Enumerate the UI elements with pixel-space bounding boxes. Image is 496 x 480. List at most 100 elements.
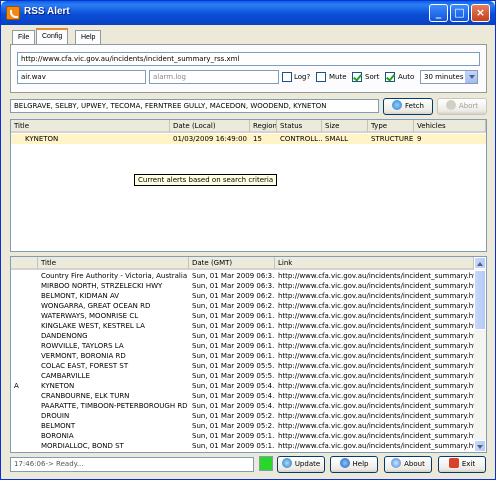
help-label: Help — [352, 460, 369, 468]
column-header[interactable]: Size — [322, 120, 368, 132]
column-header[interactable]: Vehicles — [414, 120, 486, 132]
feed-row[interactable]: BELMONT, KIDMAN AV Sun, 01 Mar 2009 06:2.… — [11, 291, 474, 301]
sort-checkbox[interactable] — [352, 72, 362, 82]
window-title: RSS Alert — [24, 6, 70, 17]
alert-row[interactable]: KYNETON 01/03/2009 16:49:00 15 CONTROLL... S… — [11, 134, 486, 144]
column-header[interactable]: Region — [250, 120, 277, 132]
update-button[interactable]: Update — [277, 456, 325, 473]
feed-row[interactable]: BORONIA Sun, 01 Mar 2009 05:1... http://ww… — [11, 431, 474, 441]
table-cell: http://www.cfa.vic.gov.au/incidents/inci… — [278, 422, 474, 430]
table-cell: VERMONT, BORONIA RD — [41, 352, 126, 360]
table-cell: http://www.cfa.vic.gov.au/incidents/inci… — [278, 382, 474, 390]
update-label: Update — [294, 460, 321, 468]
table-cell: KYNETON — [41, 382, 75, 390]
feed-row[interactable]: DROUIN Sun, 01 Mar 2009 05:2... http://www… — [11, 411, 474, 421]
tab-config[interactable]: Config — [36, 28, 69, 45]
table-cell: 9 — [417, 135, 422, 143]
abort-button[interactable]: Abort — [437, 98, 487, 115]
column-header[interactable]: Title — [38, 257, 189, 269]
table-cell: BORONIA — [41, 432, 74, 440]
feed-row[interactable]: MIRBOO NORTH, STRZELECKI HWY Sun, 01 Mar … — [11, 281, 474, 291]
abort-icon — [445, 100, 456, 110]
maximize-button[interactable]: □ — [450, 4, 469, 22]
exit-button[interactable]: Exit — [438, 456, 486, 473]
table-cell: Country Fire Authority - Victoria, Austr… — [41, 272, 189, 280]
feed-row[interactable]: VERMONT, BORONIA RD Sun, 01 Mar 2009 06:1… — [11, 351, 474, 361]
mute-label: Mute — [329, 73, 347, 81]
table-cell: BELMONT, KIDMAN AV — [41, 292, 120, 300]
column-header[interactable]: Date (GMT) — [189, 257, 275, 269]
column-header[interactable]: Status — [277, 120, 322, 132]
table-cell: KYNETON — [25, 135, 59, 143]
chevron-down-icon[interactable] — [465, 71, 477, 83]
table-cell: Sun, 01 Mar 2009 05:5... — [192, 372, 275, 380]
feed-row[interactable]: Country Fire Authority - Victoria, Austr… — [11, 271, 474, 281]
feed-scrollbar[interactable] — [474, 257, 486, 452]
table-cell: http://www.cfa.vic.gov.au/incidents/inci… — [278, 282, 474, 290]
table-cell: CRANBOURNE, ELK TURN — [41, 392, 130, 400]
about-button[interactable]: About — [384, 456, 432, 473]
scroll-thumb[interactable] — [474, 270, 486, 330]
column-header[interactable] — [11, 257, 38, 269]
feed-row[interactable]: A KYNETON Sun, 01 Mar 2009 05:4... http://w… — [11, 381, 474, 391]
auto-label: Auto — [398, 73, 415, 81]
feed-list[interactable]: Title Date (GMT) Link Country Fire Authori… — [10, 256, 487, 453]
title-bar[interactable]: RSS Alert _ □ × — [1, 1, 495, 25]
table-cell: http://www.cfa.vic.gov.au/incidents/inci… — [278, 392, 474, 400]
help-icon — [339, 458, 350, 468]
mute-checkbox[interactable] — [316, 72, 326, 82]
feed-row[interactable]: CAMBARVILLE Sun, 01 Mar 2009 05:5... http:… — [11, 371, 474, 381]
feed-row[interactable]: CRANBOURNE, ELK TURN Sun, 01 Mar 2009 05:… — [11, 391, 474, 401]
feed-url-input[interactable] — [17, 52, 480, 66]
feed-row[interactable]: PAARATTE, TIMBOON-PETERBOROUGH RD Sun, 01… — [11, 401, 474, 411]
column-header[interactable]: Date (Local) — [170, 120, 250, 132]
table-cell: BELMONT — [41, 422, 76, 430]
column-header[interactable]: Link — [275, 257, 474, 269]
table-cell: Sun, 01 Mar 2009 05:4... — [192, 382, 275, 390]
table-cell: KINGLAKE WEST, KESTREL LA — [41, 322, 145, 330]
feed-row[interactable]: WONGARRA, GREAT OCEAN RD Sun, 01 Mar 2009… — [11, 301, 474, 311]
feed-row[interactable]: KINGLAKE WEST, KESTREL LA Sun, 01 Mar 200… — [11, 321, 474, 331]
table-cell: WONGARRA, GREAT OCEAN RD — [41, 302, 151, 310]
help-button[interactable]: Help — [330, 456, 378, 473]
interval-select[interactable]: 30 minutes — [420, 70, 478, 84]
auto-checkbox[interactable] — [385, 72, 395, 82]
search-criteria-input[interactable] — [10, 99, 379, 113]
table-cell: MIRBOO NORTH, STRZELECKI HWY — [41, 282, 163, 290]
table-cell: MORDIALLOC, BOND ST — [41, 442, 124, 450]
close-button[interactable]: × — [471, 4, 490, 22]
feed-row[interactable]: COLAC EAST, FOREST ST Sun, 01 Mar 2009 05… — [11, 361, 474, 371]
tab-help[interactable]: Help — [75, 30, 102, 44]
scroll-up-button[interactable] — [474, 257, 486, 269]
table-cell: 01/03/2009 16:49:00 — [173, 135, 248, 143]
table-cell: http://www.cfa.vic.gov.au/incidents/inci… — [278, 412, 474, 420]
feed-row[interactable]: ROWVILLE, TAYLORS LA Sun, 01 Mar 2009 06:… — [11, 341, 474, 351]
feed-row[interactable]: BELMONT Sun, 01 Mar 2009 05:2... http://ww… — [11, 421, 474, 431]
table-cell: http://www.cfa.vic.gov.au/incidents/inci… — [278, 352, 474, 360]
feed-row[interactable]: WATERWAYS, MOONRISE CL Sun, 01 Mar 2009 0… — [11, 311, 474, 321]
sound-file-input[interactable] — [17, 70, 146, 84]
table-cell: PAARATTE, TIMBOON-PETERBOROUGH RD — [41, 402, 188, 410]
fetch-button[interactable]: Fetch — [383, 98, 433, 115]
feed-row[interactable]: DANDENONG Sun, 01 Mar 2009 06:1... http://… — [11, 331, 474, 341]
table-cell: http://www.cfa.vic.gov.au/incidents/inci… — [278, 342, 474, 350]
table-cell: A — [14, 382, 19, 390]
abort-label: Abort — [458, 102, 479, 110]
column-header[interactable]: Type — [368, 120, 414, 132]
alerts-header: Title Date (Local) Region Status Size Type Veh… — [11, 120, 486, 133]
scroll-down-button[interactable] — [474, 440, 486, 452]
tab-file[interactable]: File — [12, 30, 36, 44]
table-cell: http://www.cfa.vic.gov.au/incidents/inci… — [278, 442, 474, 450]
minimize-button[interactable]: _ — [429, 4, 448, 22]
table-cell: Sun, 01 Mar 2009 06:1... — [192, 312, 275, 320]
table-cell: DANDENONG — [41, 332, 88, 340]
table-cell: http://www.cfa.vic.gov.au/incidents/inci… — [278, 432, 474, 440]
feed-row[interactable]: MORDIALLOC, BOND ST Sun, 01 Mar 2009 05:1… — [11, 441, 474, 451]
table-cell: WATERWAYS, MOONRISE CL — [41, 312, 139, 320]
interval-value: 30 minutes — [424, 73, 464, 81]
column-header[interactable]: Title — [11, 120, 170, 132]
table-cell: Sun, 01 Mar 2009 05:2... — [192, 422, 275, 430]
log-file-input[interactable] — [149, 70, 279, 84]
feed-row[interactable]: KINGLAKE CENTRAL, DEVIATION RDSun, 01 Ma… — [11, 451, 474, 452]
log-checkbox[interactable] — [282, 72, 292, 82]
